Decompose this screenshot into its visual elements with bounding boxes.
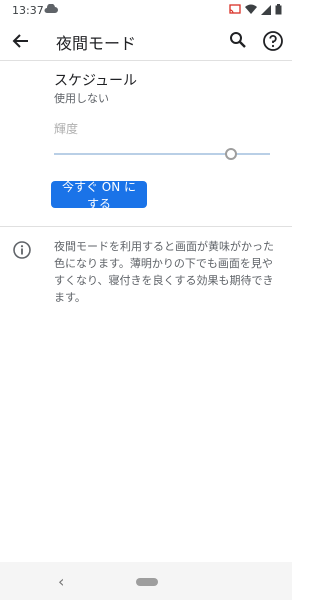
home-pill-icon[interactable] <box>136 578 158 586</box>
back-arrow-icon[interactable] <box>10 30 32 52</box>
help-icon[interactable] <box>262 30 284 52</box>
cast-icon <box>229 4 241 18</box>
status-time: 13:37 <box>12 4 44 17</box>
nav-back-icon[interactable]: ‹ <box>58 572 64 591</box>
search-icon[interactable] <box>228 30 248 50</box>
app-bar: 夜間モード <box>0 22 292 61</box>
info-description: 夜間モードを利用すると画面が黄味がかった色になります。薄明かりの下でも画面を見や… <box>54 240 274 304</box>
slider-thumb[interactable] <box>225 148 238 160</box>
status-icons <box>229 4 282 18</box>
brightness-slider[interactable] <box>54 146 270 162</box>
divider <box>0 226 292 227</box>
schedule-summary: 使用しない <box>54 92 109 105</box>
page-title: 夜間モード <box>56 34 137 53</box>
info-icon <box>12 240 32 260</box>
status-bar: 13:37 <box>0 0 292 22</box>
wifi-icon <box>245 4 257 18</box>
brightness-label: 輝度 <box>54 122 79 136</box>
signal-icon <box>261 4 271 18</box>
battery-icon <box>275 4 282 18</box>
slider-track <box>54 153 270 155</box>
cloud-icon <box>44 3 58 17</box>
turn-on-now-button[interactable]: 今すぐ ON にする <box>51 180 147 211</box>
navigation-bar: ‹ <box>0 562 292 600</box>
schedule-title: スケジュール <box>54 73 138 89</box>
